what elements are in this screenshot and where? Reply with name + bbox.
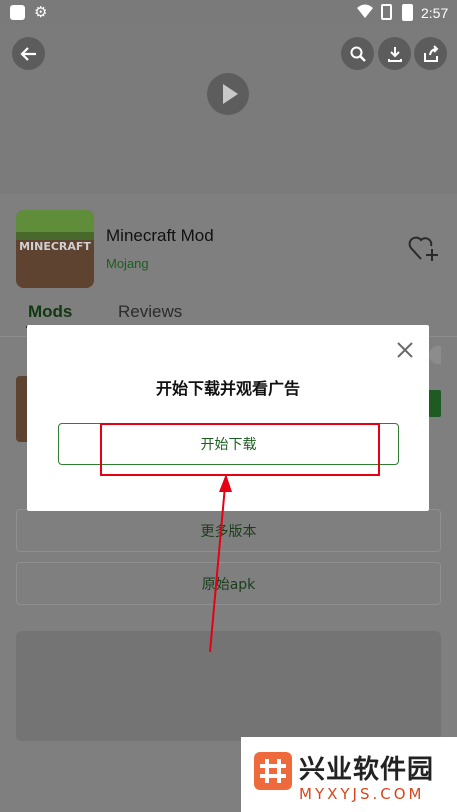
highlight-box [100, 423, 380, 476]
toggle-switch[interactable] [429, 346, 441, 364]
watermark-name: 兴业软件园 [299, 755, 435, 785]
play-button[interactable] [207, 73, 249, 115]
share-icon [423, 44, 438, 62]
app-name: Minecraft Mod [106, 226, 214, 245]
download-button[interactable] [378, 37, 411, 70]
watermark-domain: MYXYJS.COM [299, 785, 425, 803]
download-icon [387, 46, 402, 62]
mod-download-button[interactable] [428, 390, 441, 417]
watermark-logo-icon [254, 752, 292, 790]
favorite-add-button[interactable] [408, 234, 440, 266]
heart-plus-icon [408, 236, 438, 261]
play-icon [223, 84, 238, 104]
search-icon [350, 46, 366, 62]
wifi-icon [357, 4, 373, 22]
search-button[interactable] [341, 37, 374, 70]
app-developer[interactable]: Mojang [106, 256, 149, 271]
share-button[interactable] [414, 37, 447, 70]
battery-icon [402, 4, 413, 21]
status-time: 2:57 [421, 5, 449, 21]
watermark: 兴业软件园 MYXYJS.COM [241, 737, 457, 812]
dialog-close-button[interactable] [394, 339, 416, 361]
close-icon [397, 342, 413, 358]
back-button[interactable] [12, 37, 45, 70]
back-arrow-icon [19, 46, 36, 61]
dialog-title: 开始下载并观看广告 [155, 379, 300, 398]
app-icon-text: MINECRAFT [19, 240, 91, 253]
annotation-arrow [209, 474, 232, 653]
status-bar: ⚙ 2:57 [0, 0, 457, 26]
tab-mods[interactable]: Mods [28, 302, 72, 322]
no-sim-icon [381, 4, 392, 20]
debug-icon: ⚙ [34, 3, 48, 21]
app-icon: MINECRAFT [16, 210, 94, 288]
tab-reviews[interactable]: Reviews [118, 302, 182, 322]
app-notification-icon [10, 5, 25, 20]
